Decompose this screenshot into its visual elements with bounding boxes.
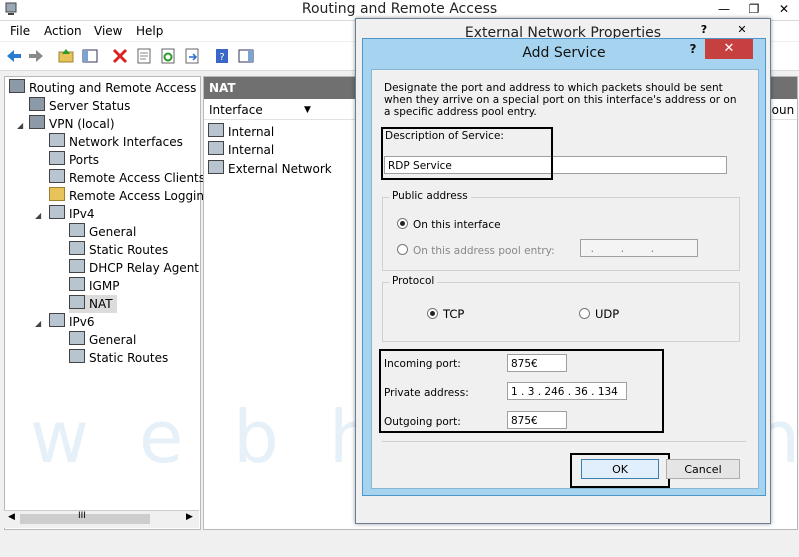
network-interface-icon [208, 123, 224, 137]
window-controls: — ❐ ✕ [709, 0, 799, 20]
server-icon [29, 115, 45, 129]
tree-ports[interactable]: Ports [49, 151, 99, 169]
tree-nat[interactable]: NAT [69, 295, 117, 313]
tree-ipv6[interactable]: IPv6 [49, 313, 95, 331]
interface-row-internal-1[interactable]: Internal [208, 123, 274, 141]
tree-root[interactable]: Routing and Remote Access [9, 79, 196, 97]
network-icon [49, 313, 65, 327]
highlight-box-ok [570, 453, 670, 488]
dialog-separator [382, 441, 746, 442]
properties-icon[interactable] [135, 47, 153, 65]
ext-help-button[interactable]: ? [690, 21, 718, 39]
folder-icon [49, 187, 65, 201]
scroll-right-icon[interactable]: ▶ [186, 512, 193, 522]
tree-ipv4-general[interactable]: General [69, 223, 136, 241]
menu-action[interactable]: Action [44, 24, 82, 38]
tree-remote-access-logging[interactable]: Remote Access Logging [49, 187, 212, 205]
tree-ipv6-general[interactable]: General [69, 331, 136, 349]
network-icon [69, 331, 85, 345]
collapse-icon[interactable]: ◢ [35, 319, 41, 328]
interface-row-internal-2[interactable]: Internal [208, 141, 274, 159]
forward-arrow-icon[interactable] [27, 47, 45, 65]
interface-row-external-network[interactable]: External Network [208, 160, 332, 178]
tree-vpn-local[interactable]: VPN (local) [29, 115, 115, 133]
export-list-icon[interactable] [183, 47, 201, 65]
server-icon [29, 97, 45, 111]
network-icon [69, 241, 85, 255]
network-interface-icon [208, 141, 224, 155]
tree-igmp[interactable]: IGMP [69, 277, 119, 295]
dialog-description: Designate the port and address to which … [384, 82, 737, 118]
server-icon [9, 79, 25, 93]
tree-dhcp-relay-agent[interactable]: DHCP Relay Agent [69, 259, 199, 277]
minimize-button[interactable]: — [709, 0, 739, 18]
close-button[interactable]: ✕ [769, 0, 799, 18]
up-folder-icon[interactable] [57, 47, 75, 65]
network-icon [69, 295, 85, 309]
close-button[interactable]: ✕ [705, 39, 753, 59]
tree-ipv4-static-routes[interactable]: Static Routes [69, 241, 168, 259]
public-address-group: Public address On this interface On this… [382, 190, 740, 271]
delete-icon[interactable] [111, 47, 129, 65]
menu-file[interactable]: File [10, 24, 30, 38]
highlight-box-description [381, 127, 553, 180]
udp-radio[interactable]: UDP [579, 307, 619, 321]
window-title: Routing and Remote Access [301, 1, 498, 17]
tree-horizontal-scrollbar[interactable]: ◀ III ▶ [4, 510, 199, 528]
radio-empty-icon [397, 244, 408, 255]
on-pool-entry-radio[interactable]: On this address pool entry: [397, 244, 555, 257]
ports-icon [49, 151, 65, 165]
tree-server-status[interactable]: Server Status [29, 97, 130, 115]
help-book-icon[interactable]: ? [213, 47, 231, 65]
network-icon [49, 133, 65, 147]
back-arrow-icon[interactable] [5, 47, 23, 65]
network-icon [69, 223, 85, 237]
collapse-icon[interactable]: ◢ [17, 121, 23, 130]
refresh-icon[interactable] [159, 47, 177, 65]
network-interface-icon [208, 160, 224, 174]
collapse-icon[interactable]: ◢ [35, 211, 41, 220]
network-icon [49, 205, 65, 219]
tcp-radio[interactable]: TCP [427, 307, 464, 321]
tree-ipv4[interactable]: IPv4 [49, 205, 95, 223]
action-pane-icon[interactable] [237, 47, 255, 65]
on-this-interface-radio[interactable]: On this interface [397, 218, 501, 231]
protocol-group: Protocol TCP UDP [382, 275, 740, 342]
scroll-left-icon[interactable]: ◀ [8, 512, 15, 522]
radio-selected-icon [397, 218, 408, 229]
tree-network-interfaces[interactable]: Network Interfaces [49, 133, 183, 151]
highlight-box-ports [379, 349, 664, 433]
svg-text:?: ? [219, 52, 224, 63]
network-icon [69, 277, 85, 291]
cancel-button[interactable]: Cancel [666, 459, 740, 479]
tree-ipv6-static-routes[interactable]: Static Routes [69, 349, 168, 367]
radio-selected-icon [427, 308, 438, 319]
scroll-thumb[interactable]: III [20, 511, 150, 524]
add-service-dialog: Add Service ? ✕ Designate the port and a… [362, 38, 766, 496]
show-hide-tree-icon[interactable] [81, 47, 99, 65]
pool-entry-address-field[interactable]: . . . [580, 239, 698, 257]
sort-arrow-icon: ▼ [304, 105, 311, 115]
menu-help[interactable]: Help [136, 24, 163, 38]
network-icon [69, 259, 85, 273]
dialog-client-area: Designate the port and address to which … [371, 69, 759, 489]
restore-button[interactable]: ❐ [739, 0, 769, 18]
radio-empty-icon [579, 308, 590, 319]
clients-icon [49, 169, 65, 183]
network-icon [69, 349, 85, 363]
ext-close-button[interactable]: ✕ [720, 21, 764, 39]
menu-view[interactable]: View [94, 24, 122, 38]
help-button[interactable]: ? [681, 39, 705, 59]
tree-remote-access-clients[interactable]: Remote Access Clients ( [49, 169, 214, 187]
